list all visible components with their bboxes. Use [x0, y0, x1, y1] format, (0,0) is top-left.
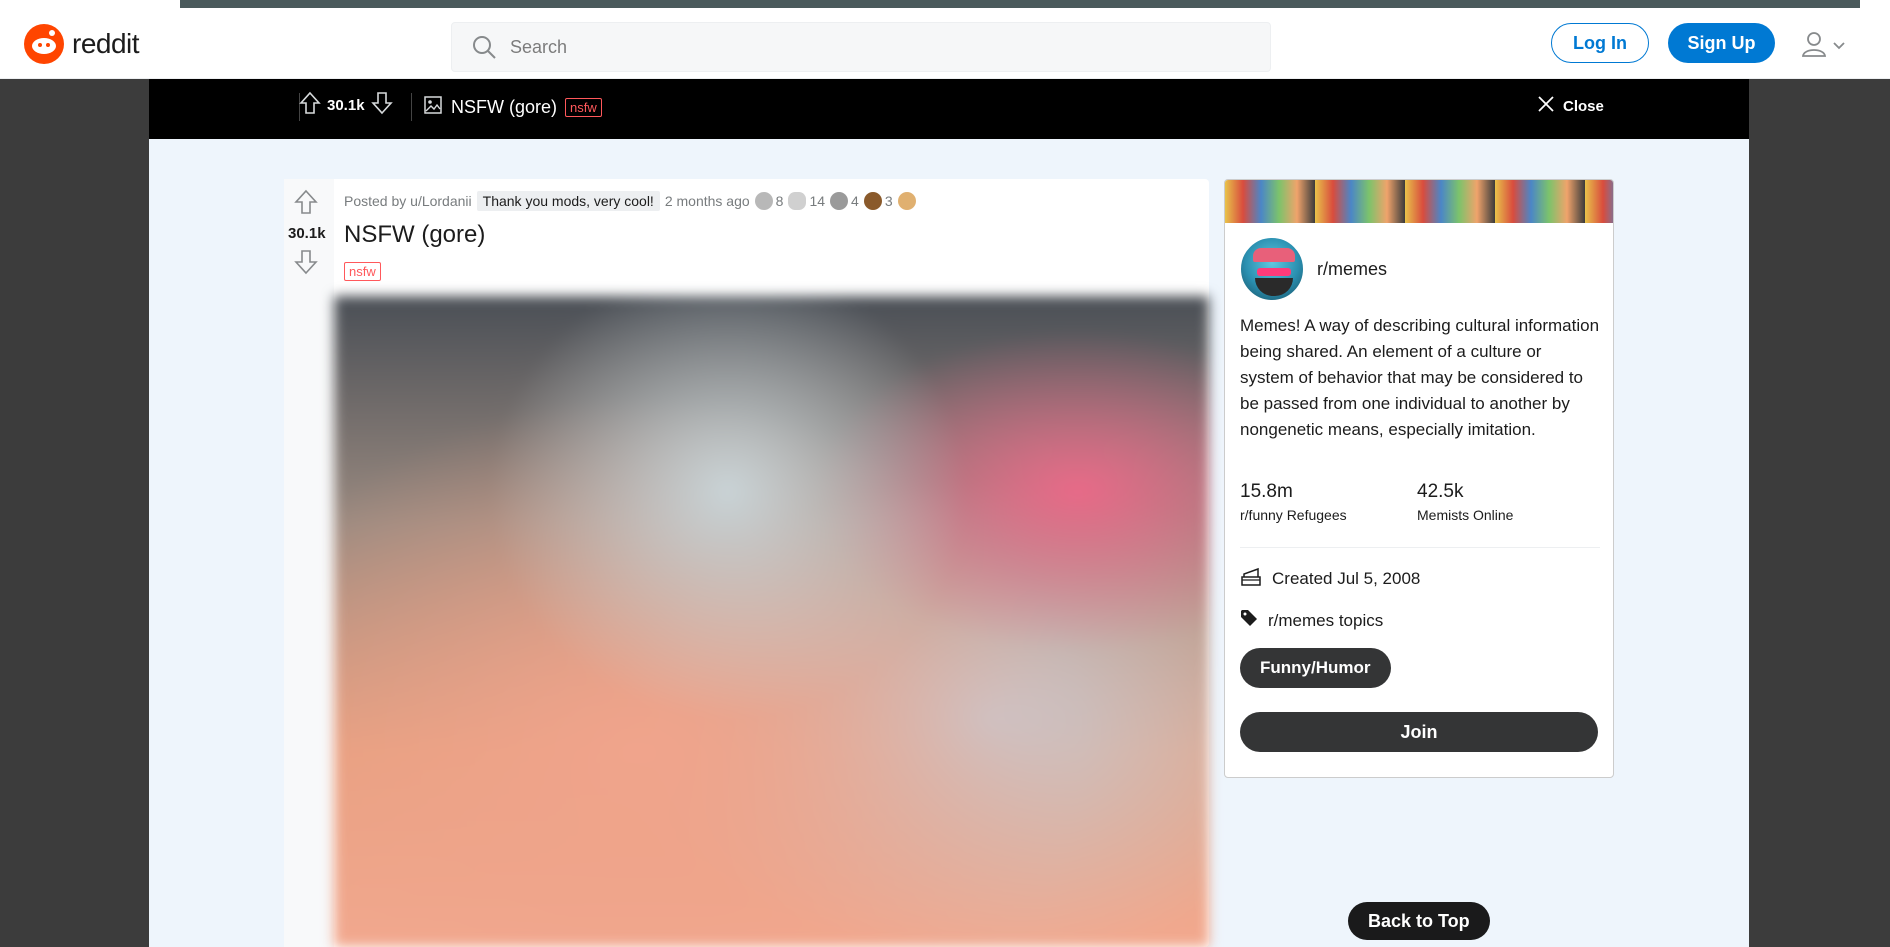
overlay-vote-group: 30.1k: [299, 91, 393, 120]
nsfw-tag: nsfw: [344, 262, 381, 281]
login-button[interactable]: Log In: [1551, 23, 1649, 63]
divider: [411, 93, 412, 121]
online-label: Memists Online: [1417, 507, 1514, 523]
backdrop-left[interactable]: [0, 79, 149, 947]
user-flair: Thank you mods, very cool!: [476, 191, 660, 211]
subreddit-description: Memes! A way of describing cultural info…: [1240, 316, 1600, 439]
nsfw-tag: nsfw: [565, 98, 602, 117]
subreddit-stats: 15.8m r/funny Refugees 42.5k Memists Onl…: [1240, 481, 1594, 523]
upvote-icon[interactable]: [294, 189, 318, 220]
back-to-top-button[interactable]: Back to Top: [1348, 902, 1490, 940]
browser-top-strip: [0, 0, 1890, 8]
tab-strip: [180, 0, 1860, 8]
join-button[interactable]: Join: [1240, 712, 1598, 752]
tag-icon: [1240, 609, 1258, 632]
vote-column: 30.1k: [284, 179, 334, 947]
user-menu-button[interactable]: [1800, 30, 1846, 63]
backdrop-right[interactable]: [1749, 79, 1890, 947]
subreddit-banner: [1225, 180, 1613, 223]
online-count: 42.5k: [1417, 481, 1464, 502]
award-item[interactable]: 4: [830, 192, 859, 210]
user-icon: [1800, 30, 1828, 63]
downvote-icon[interactable]: [294, 249, 318, 280]
downvote-icon[interactable]: [370, 91, 393, 120]
subreddit-header: r/memes: [1239, 236, 1387, 302]
created-date: Created Jul 5, 2008: [1240, 565, 1420, 592]
subreddit-sidebar: r/memes Memes! A way of describing cultu…: [1224, 179, 1614, 778]
search-input[interactable]: [510, 36, 1210, 58]
post-overlay-bar: 30.1k NSFW (gore) nsfw Close: [149, 79, 1749, 139]
author-link[interactable]: Posted by u/Lordanii: [344, 193, 472, 209]
members-count: 15.8m: [1240, 481, 1293, 502]
award-3-icon: [830, 192, 849, 210]
reddit-logo[interactable]: reddit: [24, 24, 140, 64]
post-card: 30.1k Posted by u/Lordanii Thank you mod…: [284, 179, 1209, 947]
overlay-post-title: NSFW (gore) nsfw: [423, 95, 602, 120]
topics-label: r/memes topics: [1268, 610, 1384, 630]
members-label: r/funny Refugees: [1240, 507, 1347, 523]
members-stat: 15.8m r/funny Refugees: [1240, 481, 1417, 523]
topics-heading: r/memes topics: [1240, 609, 1383, 632]
reddit-snoo-icon: [24, 24, 64, 64]
created-text: Created Jul 5, 2008: [1272, 568, 1421, 588]
post-meta: Posted by u/Lordanii Thank you mods, ver…: [344, 191, 916, 211]
post-title[interactable]: NSFW (gore): [344, 221, 485, 249]
signup-button[interactable]: Sign Up: [1668, 23, 1775, 63]
award-item[interactable]: 3: [863, 192, 893, 210]
overlay-title-text: NSFW (gore): [451, 97, 558, 117]
subreddit-name[interactable]: r/memes: [1317, 259, 1387, 280]
blurred-post-image[interactable]: [334, 296, 1209, 947]
close-button[interactable]: Close: [1537, 95, 1604, 117]
site-header: reddit Log In Sign Up: [0, 8, 1890, 79]
post-time[interactable]: 2 months ago: [665, 193, 750, 209]
subreddit-avatar[interactable]: [1239, 236, 1305, 302]
close-icon: [1537, 95, 1555, 117]
vote-count: 30.1k: [288, 225, 326, 242]
image-post-icon: [423, 95, 443, 120]
award-2-icon: [788, 192, 807, 210]
post-tag-wrap: nsfw: [344, 262, 381, 281]
award-item[interactable]: [897, 192, 916, 210]
award-item[interactable]: 8: [754, 192, 783, 210]
search-icon: [470, 33, 498, 61]
overlay-vote-count: 30.1k: [327, 97, 365, 114]
award-item[interactable]: 14: [788, 192, 825, 210]
chevron-down-icon: [1832, 38, 1846, 56]
divider: [1240, 547, 1600, 548]
award-4-icon: [863, 192, 882, 210]
close-label: Close: [1563, 97, 1604, 115]
online-stat: 42.5k Memists Online: [1417, 481, 1594, 523]
logo-text: reddit: [72, 28, 140, 59]
topic-pill-funny-humor[interactable]: Funny/Humor: [1240, 648, 1391, 688]
upvote-icon[interactable]: [299, 91, 321, 120]
search-bar[interactable]: [451, 22, 1271, 72]
cake-icon: [1240, 565, 1262, 592]
award-1-icon: [754, 192, 773, 210]
award-5-icon: [897, 192, 916, 210]
